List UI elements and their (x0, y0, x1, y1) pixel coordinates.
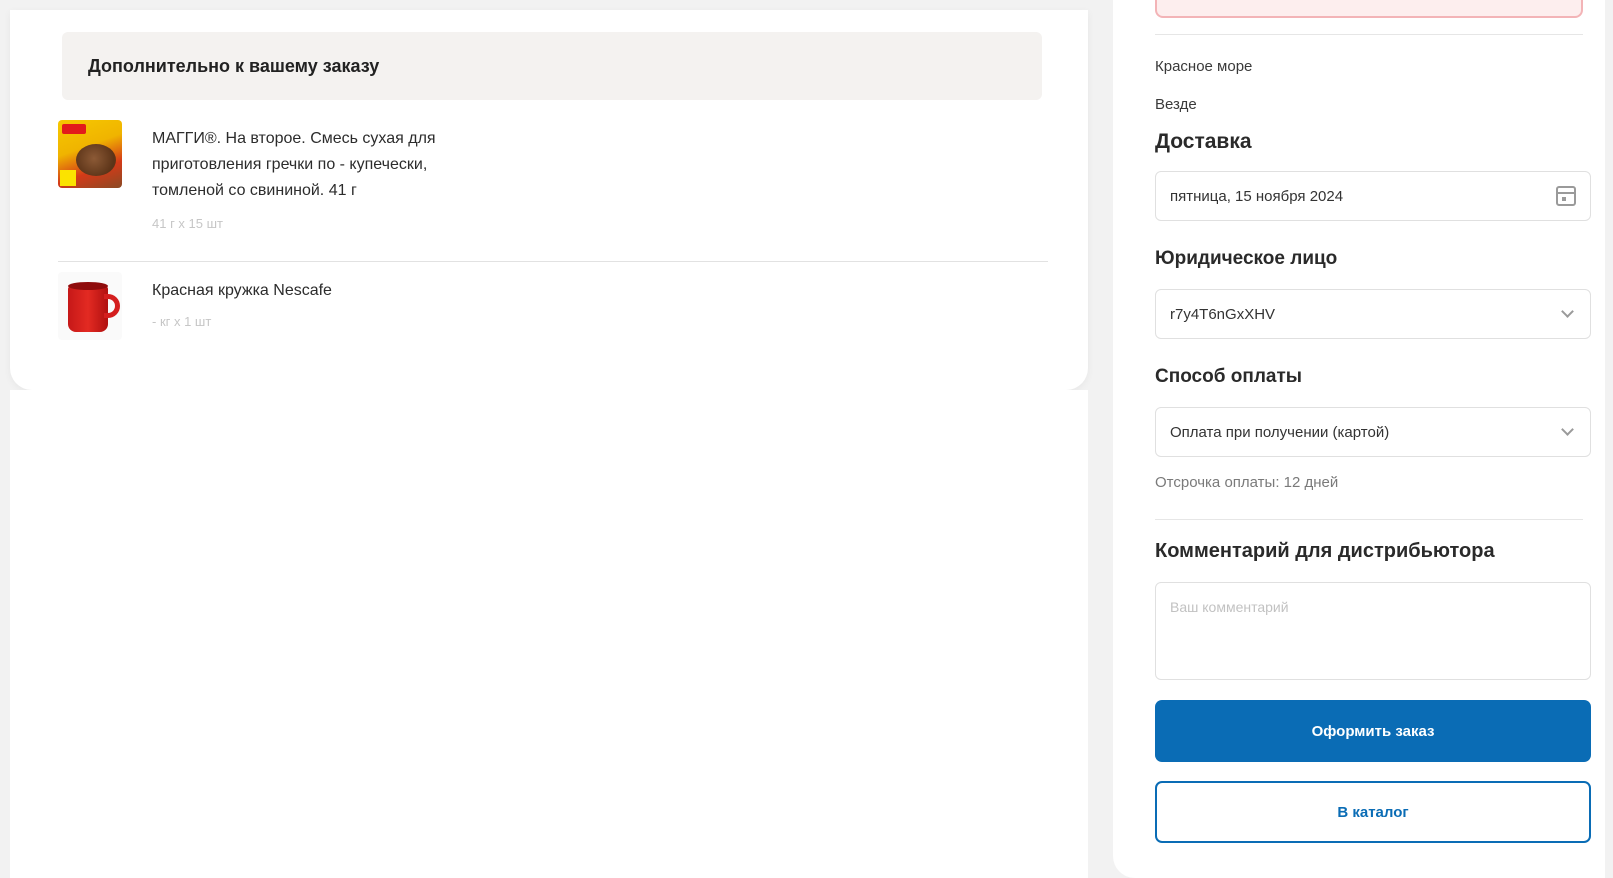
address-line: Красное море (1155, 58, 1253, 75)
addition-item[interactable]: МАГГИ®. На второе. Смесь сухая для приго… (58, 120, 1048, 262)
comment-title: Комментарий для дистрибьютора (1155, 540, 1495, 562)
chevron-down-icon (1561, 423, 1574, 436)
mug-rim-shape (68, 282, 108, 290)
payment-method-title: Способ оплаты (1155, 366, 1302, 387)
catalog-button[interactable]: В каталог (1155, 781, 1591, 843)
legal-entity-value: r7y4T6nGxXHV (1170, 305, 1276, 323)
red-mug-image[interactable] (58, 272, 122, 340)
left-empty-area (10, 390, 1088, 878)
package-badge-shape (60, 170, 76, 186)
calendar-icon[interactable] (1556, 186, 1576, 206)
address-line: Везде (1155, 96, 1197, 113)
mug-body-shape (68, 286, 108, 332)
delivery-title: Доставка (1155, 130, 1252, 153)
divider (1155, 519, 1583, 520)
legal-entity-select[interactable]: r7y4T6nGxXHV (1155, 289, 1591, 339)
maggi-package-image[interactable] (58, 120, 122, 188)
product-quantity: - кг x 1 шт (152, 314, 212, 329)
warning-banner-edge (1155, 0, 1583, 18)
checkout-page: Дополнительно к вашему заказу МАГГИ®. На… (0, 0, 1613, 878)
checkout-sidebar: Красное море Везде Доставка пятница, 15 … (1113, 0, 1605, 878)
product-quantity: 41 г x 15 шт (152, 216, 223, 231)
food-bowl-shape (76, 144, 116, 176)
product-title[interactable]: Красная кружка Nescafe (152, 278, 482, 304)
payment-deferral-text: Отсрочка оплаты: 12 дней (1155, 474, 1339, 491)
divider (1155, 34, 1583, 35)
submit-order-button[interactable]: Оформить заказ (1155, 700, 1591, 762)
addition-item[interactable]: Красная кружка Nescafe - кг x 1 шт (58, 272, 1048, 352)
brand-logo-shape (62, 124, 86, 134)
mug-handle-shape (104, 294, 120, 318)
payment-method-value: Оплата при получении (картой) (1170, 423, 1390, 441)
chevron-down-icon (1561, 305, 1574, 318)
additions-header: Дополнительно к вашему заказу (62, 32, 1042, 100)
order-additions-card: Дополнительно к вашему заказу МАГГИ®. На… (10, 10, 1088, 390)
comment-input[interactable] (1155, 582, 1591, 680)
delivery-date-field[interactable]: пятница, 15 ноября 2024 (1155, 171, 1591, 221)
delivery-date-value: пятница, 15 ноября 2024 (1170, 187, 1344, 205)
legal-entity-title: Юридическое лицо (1155, 248, 1338, 269)
product-title[interactable]: МАГГИ®. На второе. Смесь сухая для приго… (152, 126, 482, 204)
payment-method-select[interactable]: Оплата при получении (картой) (1155, 407, 1591, 457)
